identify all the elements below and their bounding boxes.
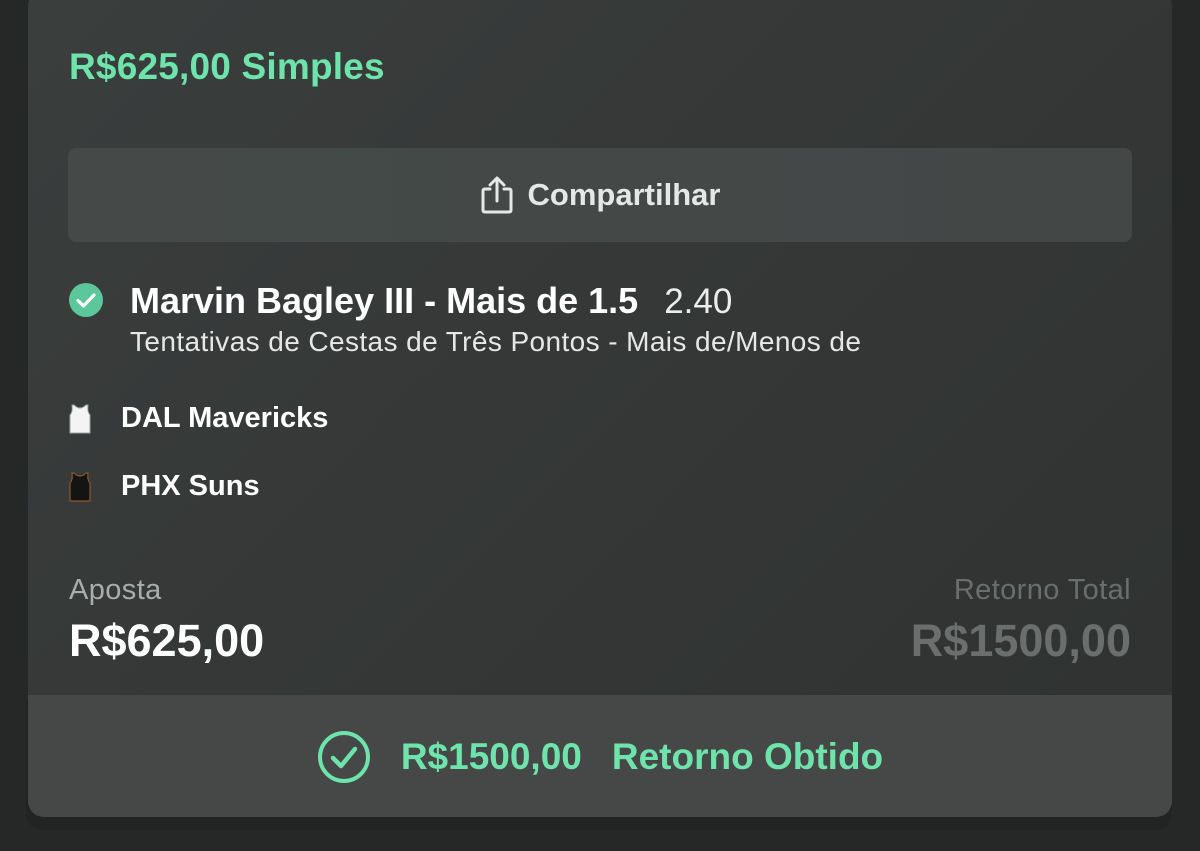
stake: Aposta R$625,00 xyxy=(69,574,264,667)
team-name: DAL Mavericks xyxy=(121,402,329,434)
share-button-label: Compartilhar xyxy=(527,177,721,212)
check-circle-icon xyxy=(69,283,103,317)
result-amount: R$1500,00 xyxy=(400,736,582,777)
stake-amount: R$625,00 xyxy=(69,615,265,666)
bet-card: R$625,00 Simples Compartilhar Marvin Bag… xyxy=(28,0,1172,817)
team-name: PHX Suns xyxy=(121,470,260,502)
result-label: Retorno Obtido xyxy=(611,736,884,777)
total-return-label: Retorno Total xyxy=(953,574,1131,606)
total-return: Retorno Total R$1500,00 xyxy=(911,574,1131,667)
team-row-away: PHX Suns xyxy=(68,470,260,503)
check-circle-outline-icon xyxy=(317,731,370,783)
team-row-home: DAL Mavericks xyxy=(68,402,328,435)
result-footer: R$1500,00 Retorno Obtido xyxy=(28,695,1172,817)
bet-title: R$625,00 Simples xyxy=(69,46,385,87)
share-icon xyxy=(481,176,513,214)
selection-odds: 2.40 xyxy=(664,282,733,321)
share-button[interactable]: Compartilhar xyxy=(68,148,1132,242)
selection-name: Marvin Bagley III - Mais de 1.5 xyxy=(130,280,639,321)
selection-market: Tentativas de Cestas de Três Pontos - Ma… xyxy=(130,326,862,357)
jersey-black-icon xyxy=(69,471,91,502)
total-return-amount: R$1500,00 xyxy=(910,615,1131,666)
stake-label: Aposta xyxy=(69,574,162,606)
jersey-white-icon xyxy=(69,404,91,433)
